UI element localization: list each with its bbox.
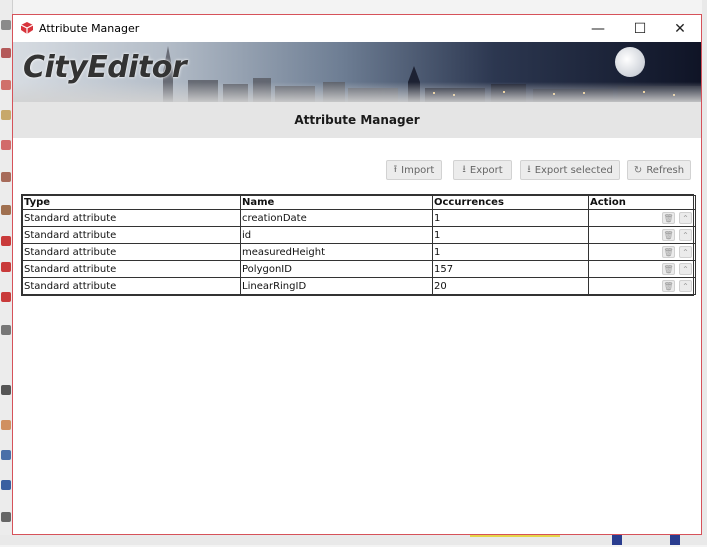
column-header-type[interactable]: Type [22, 195, 241, 210]
export-button[interactable]: ⭳ Export [453, 160, 512, 180]
export-selected-icon: ⭳ [527, 163, 531, 175]
refresh-button-label: Refresh [646, 164, 685, 176]
occurrences-cell: 1 [432, 243, 589, 261]
tool-icon[interactable] [1, 172, 11, 182]
tool-icon[interactable] [1, 80, 11, 90]
action-cell: 🗑 ⌃ [588, 209, 696, 227]
chevron-up-icon[interactable]: ⌃ [679, 263, 692, 275]
maximize-button[interactable]: ☐ [619, 15, 661, 42]
export-selected-button-label: Export selected [534, 164, 613, 176]
refresh-icon: ↻ [633, 164, 643, 176]
delete-icon[interactable]: 🗑 [662, 212, 675, 224]
tool-icon[interactable] [1, 48, 11, 58]
moon-image [615, 47, 645, 77]
tool-icon[interactable] [1, 292, 11, 302]
type-cell: Standard attribute [22, 209, 241, 227]
tool-icon[interactable] [1, 480, 11, 490]
import-icon: ⭱ [393, 163, 398, 175]
column-header-action[interactable]: Action [588, 195, 696, 210]
attributes-table: Type Name Occurrences Action Standard at… [21, 194, 696, 296]
tool-icon[interactable] [1, 512, 11, 522]
background-shape [470, 535, 560, 547]
table-row[interactable]: Standard attribute id 1 🗑 ⌃ [22, 226, 696, 244]
import-button[interactable]: ⭱ Import [386, 160, 442, 180]
name-cell: measuredHeight [240, 243, 433, 261]
close-button[interactable]: ✕ [659, 15, 701, 42]
tool-icon[interactable] [1, 205, 11, 215]
action-cell: 🗑 ⌃ [588, 277, 696, 295]
tool-icon[interactable] [1, 325, 11, 335]
background-shape [612, 535, 622, 545]
cityeditor-banner: CityEditor [13, 42, 701, 102]
name-cell: creationDate [240, 209, 433, 227]
occurrences-cell: 20 [432, 277, 589, 295]
type-cell: Standard attribute [22, 260, 241, 278]
table-row[interactable]: Standard attribute LinearRingID 20 🗑 ⌃ [22, 277, 696, 295]
tool-icon[interactable] [1, 385, 11, 395]
occurrences-cell: 157 [432, 260, 589, 278]
cityeditor-logo: CityEditor [23, 50, 187, 85]
table-header-row: Type Name Occurrences Action [22, 195, 696, 210]
window-title: Attribute Manager [39, 22, 140, 35]
type-cell: Standard attribute [22, 226, 241, 244]
title-bar[interactable]: Attribute Manager — ☐ ✕ [13, 15, 701, 42]
name-cell: id [240, 226, 433, 244]
import-button-label: Import [401, 164, 435, 176]
export-icon: ⭳ [462, 163, 466, 175]
occurrences-cell: 1 [432, 209, 589, 227]
action-cell: 🗑 ⌃ [588, 260, 696, 278]
background-canvas [702, 0, 707, 545]
tool-icon[interactable] [1, 236, 11, 246]
page-title: Attribute Manager [13, 102, 701, 138]
action-cell: 🗑 ⌃ [588, 226, 696, 244]
attribute-manager-window: Attribute Manager — ☐ ✕ CityEditor Attri… [12, 14, 702, 535]
name-cell: LinearRingID [240, 277, 433, 295]
chevron-up-icon[interactable]: ⌃ [679, 229, 692, 241]
tool-icon[interactable] [1, 140, 11, 150]
tool-icon[interactable] [1, 262, 11, 272]
chevron-up-icon[interactable]: ⌃ [679, 280, 692, 292]
app-logo-icon [20, 21, 34, 35]
table-row[interactable]: Standard attribute PolygonID 157 🗑 ⌃ [22, 260, 696, 278]
name-cell: PolygonID [240, 260, 433, 278]
tool-icon[interactable] [1, 20, 11, 30]
tool-icon[interactable] [1, 450, 11, 460]
delete-icon[interactable]: 🗑 [662, 280, 675, 292]
delete-icon[interactable]: 🗑 [662, 263, 675, 275]
banner-fade [13, 82, 701, 102]
occurrences-cell: 1 [432, 226, 589, 244]
action-cell: 🗑 ⌃ [588, 243, 696, 261]
refresh-button[interactable]: ↻ Refresh [627, 160, 691, 180]
export-button-label: Export [469, 164, 503, 176]
background-shape [670, 535, 680, 545]
delete-icon[interactable]: 🗑 [662, 246, 675, 258]
type-cell: Standard attribute [22, 277, 241, 295]
background-canvas-bottom [0, 535, 707, 545]
tool-icon[interactable] [1, 110, 11, 120]
column-header-occurrences[interactable]: Occurrences [432, 195, 589, 210]
table-row[interactable]: Standard attribute measuredHeight 1 🗑 ⌃ [22, 243, 696, 261]
delete-icon[interactable]: 🗑 [662, 229, 675, 241]
table-row[interactable]: Standard attribute creationDate 1 🗑 ⌃ [22, 209, 696, 227]
chevron-up-icon[interactable]: ⌃ [679, 212, 692, 224]
type-cell: Standard attribute [22, 243, 241, 261]
chevron-up-icon[interactable]: ⌃ [679, 246, 692, 258]
tool-icon[interactable] [1, 420, 11, 430]
minimize-button[interactable]: — [577, 15, 619, 42]
column-header-name[interactable]: Name [240, 195, 433, 210]
export-selected-button[interactable]: ⭳ Export selected [520, 160, 620, 180]
